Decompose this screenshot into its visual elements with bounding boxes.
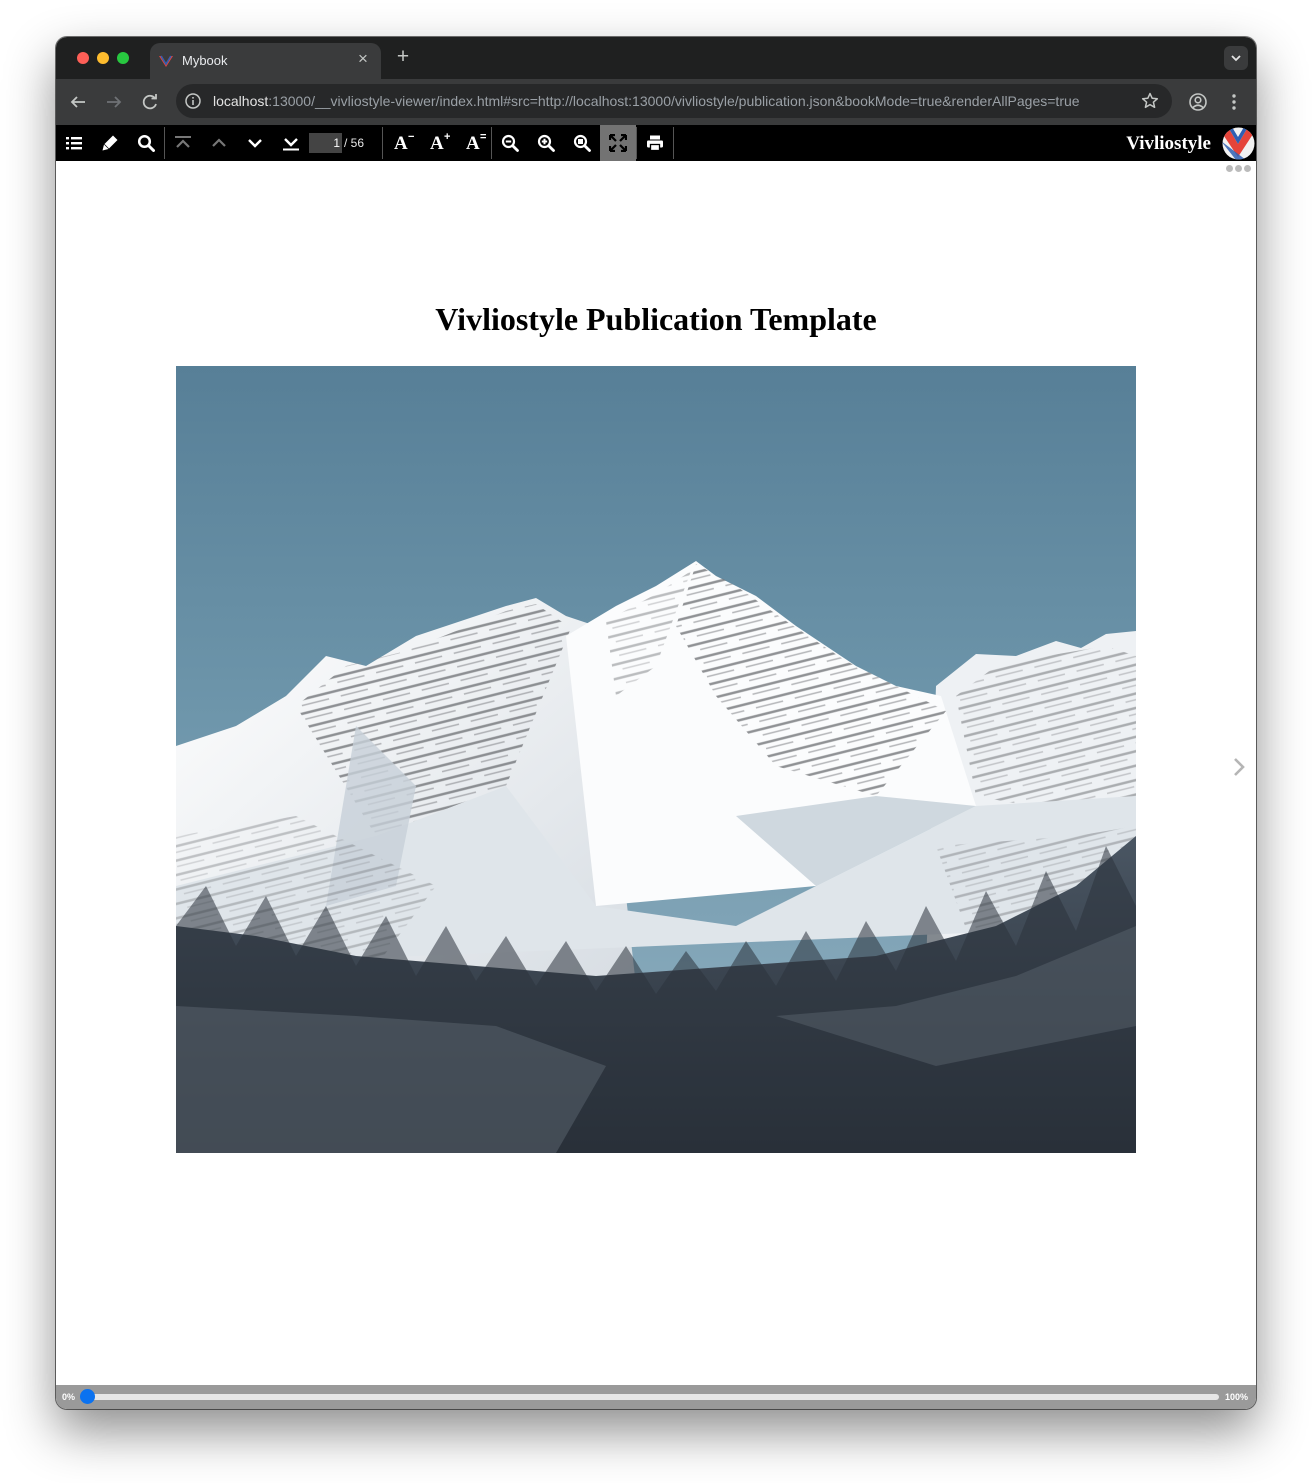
marker-pen-icon xyxy=(102,135,118,151)
forward-arrow-icon[interactable] xyxy=(102,90,126,114)
browser-window: Mybook × + localhost:13000/__vivliostyle… xyxy=(56,37,1256,1409)
url-host: localhost xyxy=(213,93,269,109)
print-button[interactable] xyxy=(637,125,673,161)
search-icon xyxy=(137,134,155,152)
next-page-arrow-icon[interactable] xyxy=(1231,755,1247,779)
font-size-glyph: A xyxy=(430,133,444,154)
search-button[interactable] xyxy=(128,125,164,161)
tab-close-icon[interactable]: × xyxy=(355,50,371,67)
window-controls xyxy=(77,52,129,64)
page-progress-bar: 0% 100% xyxy=(56,1385,1256,1409)
font-default-mark: = xyxy=(480,131,487,143)
last-page-icon xyxy=(283,138,299,151)
profile-icon[interactable] xyxy=(1186,90,1210,114)
zoom-in-icon xyxy=(537,134,555,152)
back-arrow-icon[interactable] xyxy=(66,90,90,114)
zoom-actual-size-icon xyxy=(573,134,591,152)
mountain-cover-image xyxy=(176,366,1136,1153)
font-size-default-button[interactable]: A = xyxy=(455,125,491,161)
previous-page-button[interactable] xyxy=(201,125,237,161)
bookmark-star-icon[interactable] xyxy=(1140,91,1160,111)
reload-icon[interactable] xyxy=(138,90,162,114)
font-size-decrease-button[interactable]: A − xyxy=(383,125,419,161)
progress-track[interactable] xyxy=(88,1394,1219,1400)
vivliostyle-logo xyxy=(1222,127,1255,160)
progress-slider-thumb[interactable] xyxy=(80,1389,95,1404)
tab-strip: Mybook × + xyxy=(56,37,1256,79)
url-text[interactable]: localhost:13000/__vivliostyle-viewer/ind… xyxy=(213,93,1143,109)
site-info-icon[interactable] xyxy=(184,92,202,110)
tab-list-chevron-icon xyxy=(1231,55,1241,62)
document-viewport: Vivliostyle Publication Template xyxy=(56,161,1256,1385)
previous-page-icon xyxy=(212,138,226,147)
address-bar[interactable]: localhost:13000/__vivliostyle-viewer/ind… xyxy=(176,84,1172,118)
font-size-glyph: A xyxy=(394,133,408,154)
font-increase-mark: + xyxy=(444,131,451,143)
page-number-input[interactable]: 1 xyxy=(309,133,342,153)
first-page-button[interactable] xyxy=(165,125,201,161)
tab-search-button[interactable] xyxy=(1224,46,1248,70)
tab-title: Mybook xyxy=(182,53,228,68)
next-page-icon xyxy=(248,139,262,148)
zoom-out-icon xyxy=(501,134,519,152)
page-title: Vivliostyle Publication Template xyxy=(435,301,877,337)
vivliostyle-favicon xyxy=(159,55,173,67)
navigation-bar: localhost:13000/__vivliostyle-viewer/ind… xyxy=(56,79,1256,125)
kebab-menu-icon[interactable] xyxy=(1222,90,1246,114)
toc-list-icon xyxy=(66,137,82,150)
viewer-toolbar: 1 / 56 A − A + A = Vivliostyle xyxy=(56,125,1256,161)
progress-start-label: 0% xyxy=(62,1392,76,1402)
marker-button[interactable] xyxy=(92,125,128,161)
url-path: :13000/__vivliostyle-viewer/index.html#s… xyxy=(268,93,1080,109)
close-window-button[interactable] xyxy=(77,52,89,64)
fullscreen-window-button[interactable] xyxy=(117,52,129,64)
toolbar-separator xyxy=(673,127,674,159)
first-page-icon xyxy=(175,136,191,148)
progress-end-label: 100% xyxy=(1224,1392,1248,1402)
zoom-in-button[interactable] xyxy=(528,125,564,161)
zoom-actual-size-button[interactable] xyxy=(564,125,600,161)
more-options-icon[interactable] xyxy=(1226,165,1251,172)
print-icon xyxy=(647,135,663,152)
minimize-window-button[interactable] xyxy=(97,52,109,64)
font-size-increase-button[interactable]: A + xyxy=(419,125,455,161)
browser-tab[interactable]: Mybook × xyxy=(150,43,381,79)
next-page-button[interactable] xyxy=(237,125,273,161)
new-tab-button[interactable]: + xyxy=(393,46,413,67)
zoom-out-button[interactable] xyxy=(492,125,528,161)
page-total: / 56 xyxy=(344,136,365,150)
brand-name: Vivliostyle xyxy=(1126,133,1211,154)
font-decrease-mark: − xyxy=(408,131,415,143)
fit-to-screen-icon xyxy=(609,134,627,152)
fit-to-screen-button[interactable] xyxy=(600,125,636,161)
font-size-glyph: A xyxy=(466,133,480,154)
last-page-button[interactable] xyxy=(273,125,309,161)
toc-button[interactable] xyxy=(56,125,92,161)
